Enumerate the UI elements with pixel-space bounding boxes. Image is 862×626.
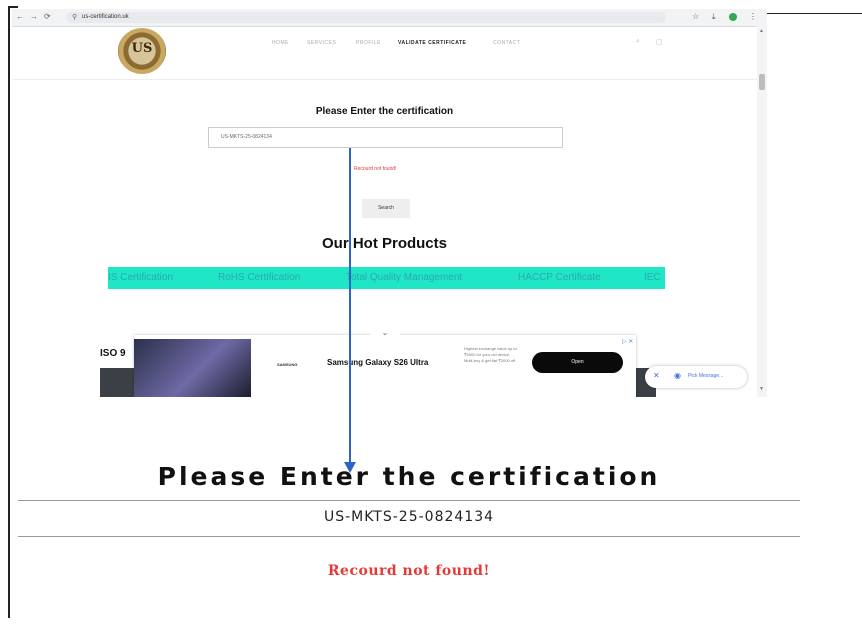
hot-products-title: Our Hot Products [321, 235, 447, 252]
menu-validate-certificate[interactable]: VALIDATE CERTIFICATE [398, 39, 466, 47]
ad-product-name: Samsung Galaxy S26 Ultra [327, 358, 429, 367]
hot-product-haccp-certificate[interactable]: HACCP Certificate [518, 272, 601, 283]
forward-icon[interactable]: → [30, 12, 38, 22]
browser-window: ← → ⟳ ⚲ us-certification.uk ☆ ⤓ ⋮ US HOM… [12, 9, 767, 397]
frame-left-border [8, 6, 10, 618]
hot-products-band: IS Certification RoHS Certification Tota… [108, 267, 665, 289]
header-cart-icon[interactable]: ▢ [656, 38, 663, 46]
profile-icon[interactable] [729, 13, 737, 21]
address-bar[interactable]: ⚲ us-certification.uk [66, 12, 666, 23]
scroll-thumb[interactable] [759, 74, 765, 90]
frame-top-border [8, 6, 18, 8]
hot-product-total-quality-management[interactable]: Total Quality Management [346, 272, 462, 283]
ad-open-button[interactable]: Open [532, 352, 623, 373]
zoomed-certificate-input[interactable]: US-MKTS-25-0824134 [18, 500, 800, 537]
chat-label[interactable]: Pick Message... [688, 373, 723, 379]
advertisement-banner[interactable]: ⌄ SAMSUNG Samsung Galaxy S26 Ultra Highe… [134, 326, 636, 397]
site-header: US HOME SERVICES PROFILE VALIDATE CERTIF… [12, 26, 757, 80]
hot-product-iec[interactable]: IEC [644, 272, 661, 283]
certification-form-title: Please Enter the certification [315, 106, 454, 117]
browser-menu-icon[interactable]: ⋮ [749, 12, 757, 22]
search-button[interactable]: Search [362, 199, 410, 218]
chat-bubble-icon: ◉ [674, 371, 681, 380]
bookmark-star-icon[interactable]: ☆ [692, 12, 699, 22]
frame-top-right-border [766, 13, 862, 14]
menu-home[interactable]: HOME [272, 39, 289, 47]
ad-collapse-icon[interactable]: ⌄ [370, 326, 400, 340]
hot-product-is-certification[interactable]: IS Certification [108, 272, 173, 283]
page-scrollbar[interactable]: ▲ ▼ [757, 26, 767, 397]
section-heading: ISO 9 [100, 348, 126, 359]
scroll-up-icon[interactable]: ▲ [759, 28, 764, 34]
browser-toolbar: ← → ⟳ ⚲ us-certification.uk ☆ ⤓ ⋮ [12, 9, 767, 27]
ad-brand-name: SAMSUNG [277, 362, 298, 367]
ad-choices-icon[interactable]: ▷ ✕ [622, 338, 633, 345]
record-not-found-message: Recourd not found! [354, 166, 397, 172]
certificate-number-input[interactable]: US-MKTS-25-0824134 [208, 127, 563, 148]
url-text: us-certification.uk [82, 14, 129, 20]
callout-arrow-line [349, 148, 351, 465]
site-logo[interactable]: US [118, 28, 166, 74]
header-search-icon[interactable]: ⌕ [636, 38, 640, 46]
reload-icon[interactable]: ⟳ [44, 12, 51, 22]
menu-contact[interactable]: CONTACT [493, 39, 520, 47]
zoomed-form-title: Please Enter the certification [157, 462, 661, 491]
ad-product-image[interactable] [134, 339, 251, 397]
hot-product-rohs-certification[interactable]: RoHS Certification [218, 272, 300, 283]
chat-widget[interactable]: ✕ ◉ Pick Message... [645, 366, 747, 388]
menu-profile[interactable]: PROFILE [356, 39, 381, 47]
ad-description: Highest exchange value up to ₹5000 for y… [464, 346, 517, 363]
back-icon[interactable]: ← [16, 12, 24, 22]
menu-services[interactable]: SERVICES [307, 39, 336, 47]
chat-close-icon[interactable]: ✕ [653, 371, 660, 380]
download-icon[interactable]: ⤓ [712, 12, 716, 22]
zoomed-record-not-found-message: Recourd not found! [327, 563, 491, 579]
zoomed-input-value: US-MKTS-25-0824134 [323, 509, 495, 525]
logo-text: US [131, 41, 153, 56]
site-info-icon[interactable]: ⚲ [72, 13, 77, 22]
scroll-down-icon[interactable]: ▼ [759, 386, 764, 392]
